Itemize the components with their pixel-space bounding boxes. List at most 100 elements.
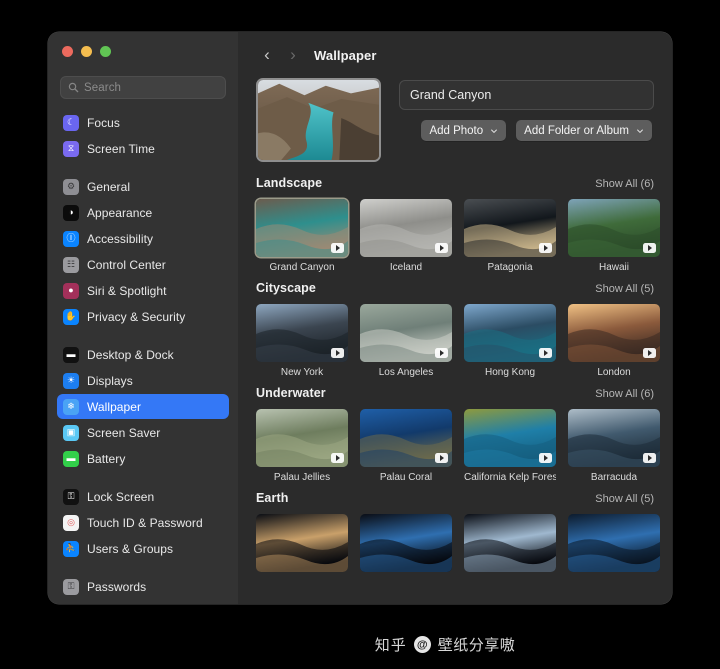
wallpaper-tile-label: Iceland xyxy=(389,262,423,273)
sidebar-item-passwords[interactable]: ⚿ Passwords xyxy=(57,574,229,599)
back-button[interactable]: ‹ xyxy=(254,42,280,68)
section-title: Cityscape xyxy=(256,281,316,295)
sidebar-item-wallpaper[interactable]: ❄ Wallpaper xyxy=(57,394,229,419)
sidebar-item-siri-spotlight[interactable]: ● Siri & Spotlight xyxy=(57,278,229,303)
search-placeholder: Search xyxy=(84,81,122,94)
wallpaper-tile[interactable] xyxy=(360,514,452,577)
show-all-link[interactable]: Show All (5) xyxy=(595,283,654,295)
wallpaper-header-right: Grand Canyon Add Photo Add Folder or Alb… xyxy=(399,78,654,162)
sidebar-search: Search xyxy=(48,68,238,108)
section-title: Underwater xyxy=(256,386,326,400)
sidebar-item-touch-id-password[interactable]: ◎ Touch ID & Password xyxy=(57,510,229,535)
sidebar-item-screen-saver[interactable]: ▣ Screen Saver xyxy=(57,420,229,445)
sidebar-item-label: Wallpaper xyxy=(87,399,142,414)
search-icon xyxy=(68,82,79,93)
wallpaper-tile[interactable]: New York xyxy=(256,304,348,378)
play-video-icon xyxy=(643,348,656,358)
wallpaper-row: New York Los Angeles Hong Kong London xyxy=(256,304,672,378)
system-settings-window: Search ☾ Focus ⧖ Screen Time ⚙ General ◑ Appear… xyxy=(48,32,672,604)
watermark-logo-icon: @ xyxy=(413,636,431,653)
wallpaper-thumbnail xyxy=(568,409,660,467)
moon-icon: ☾ xyxy=(63,114,79,131)
close-button[interactable] xyxy=(62,46,73,57)
hand-icon: ✋ xyxy=(63,308,79,325)
section-header: Underwater Show All (6) xyxy=(256,386,672,400)
battery-icon: ▬ xyxy=(63,450,79,467)
wallpaper-tile[interactable]: Barracuda xyxy=(568,409,660,483)
wallpaper-tile[interactable]: London xyxy=(568,304,660,378)
watermark-site: 知乎 xyxy=(374,637,407,654)
sidebar-item-screen-time[interactable]: ⧖ Screen Time xyxy=(57,136,229,161)
sidebar-item-label: Desktop & Dock xyxy=(87,347,174,362)
contrast-icon: ◑ xyxy=(63,204,79,221)
sidebar-item-label: Appearance xyxy=(87,205,153,220)
wallpaper-tile[interactable] xyxy=(464,514,556,577)
sidebar-item-general[interactable]: ⚙ General xyxy=(57,174,229,199)
wallpaper-tile-label: Barracuda xyxy=(590,472,638,483)
add-photo-button[interactable]: Add Photo xyxy=(421,120,507,141)
play-video-icon xyxy=(435,243,448,253)
forward-button[interactable]: › xyxy=(280,42,306,68)
show-all-link[interactable]: Show All (6) xyxy=(595,388,654,400)
current-wallpaper-preview[interactable] xyxy=(256,78,381,162)
sidebar-item-displays[interactable]: ☀ Displays xyxy=(57,368,229,393)
show-all-link[interactable]: Show All (6) xyxy=(595,178,654,190)
play-video-icon xyxy=(643,243,656,253)
minimize-button[interactable] xyxy=(81,46,92,57)
fingerprint-icon: ◎ xyxy=(63,514,79,531)
play-video-icon xyxy=(331,453,344,463)
section-header: Earth Show All (5) xyxy=(256,491,672,505)
preview-image xyxy=(258,80,379,160)
gallery-section: Cityscape Show All (5) New York Los Angeles… xyxy=(238,281,672,378)
wallpaper-name-field[interactable]: Grand Canyon xyxy=(399,80,654,110)
wallpaper-tile[interactable] xyxy=(568,514,660,577)
sidebar-list[interactable]: ☾ Focus ⧖ Screen Time ⚙ General ◑ Appearance Ⓘ Ac… xyxy=(48,108,238,604)
wallpaper-tile[interactable]: Iceland xyxy=(360,199,452,273)
zoom-button[interactable] xyxy=(100,46,111,57)
sidebar-item-label: General xyxy=(87,179,131,194)
sidebar-item-internet-accounts[interactable]: @Internet Accounts xyxy=(57,600,229,604)
wallpaper-thumbnail xyxy=(464,514,556,572)
wallpaper-tile[interactable]: Hong Kong xyxy=(464,304,556,378)
sidebar-item-label: Battery xyxy=(87,451,126,466)
wallpaper-tile[interactable] xyxy=(256,514,348,577)
wallpaper-tile[interactable]: Patagonia xyxy=(464,199,556,273)
sidebar-item-appearance[interactable]: ◑ Appearance xyxy=(57,200,229,225)
wallpaper-thumbnail xyxy=(464,199,556,257)
add-folder-or-album-button[interactable]: Add Folder or Album xyxy=(516,120,652,141)
section-header: Cityscape Show All (5) xyxy=(256,281,672,295)
wallpaper-row: Grand Canyon Iceland Patagonia Hawaii xyxy=(256,199,672,273)
sidebar-item-label: Passwords xyxy=(87,579,147,594)
desktop-icon: ▬ xyxy=(63,346,79,363)
section-title: Earth xyxy=(256,491,289,505)
wallpaper-tile[interactable]: Hawaii xyxy=(568,199,660,273)
search-field[interactable]: Search xyxy=(60,76,226,99)
wallpaper-thumbnail xyxy=(568,514,660,572)
sidebar-item-label: Siri & Spotlight xyxy=(87,283,167,298)
sidebar-item-control-center[interactable]: ☷ Control Center xyxy=(57,252,229,277)
wallpaper-tile-label: Patagonia xyxy=(487,262,533,273)
wallpaper-tile[interactable]: Grand Canyon xyxy=(256,199,348,273)
accessibility-icon: Ⓘ xyxy=(63,230,79,247)
play-video-icon xyxy=(539,453,552,463)
wallpaper-thumbnail xyxy=(568,304,660,362)
wallpaper-tile[interactable]: Palau Coral xyxy=(360,409,452,483)
add-buttons-row: Add Photo Add Folder or Album xyxy=(399,120,654,141)
wallpaper-tile-label: Palau Coral xyxy=(379,472,433,483)
sidebar-item-users-groups[interactable]: ⛹ Users & Groups xyxy=(57,536,229,561)
wallpaper-gallery[interactable]: Landscape Show All (6) Grand Canyon Iceland… xyxy=(238,162,672,604)
sidebar-item-focus[interactable]: ☾ Focus xyxy=(57,110,229,135)
show-all-link[interactable]: Show All (5) xyxy=(595,493,654,505)
sidebar-item-lock-screen[interactable]: ⚿ Lock Screen xyxy=(57,484,229,509)
sidebar-group-separator xyxy=(57,472,229,484)
sidebar-item-desktop-dock[interactable]: ▬ Desktop & Dock xyxy=(57,342,229,367)
wallpaper-tile[interactable]: Los Angeles xyxy=(360,304,452,378)
wallpaper-tile[interactable]: Palau Jellies xyxy=(256,409,348,483)
sidebar-item-battery[interactable]: ▬ Battery xyxy=(57,446,229,471)
wallpaper-tile[interactable]: California Kelp Forest xyxy=(464,409,556,483)
sidebar-item-accessibility[interactable]: Ⓘ Accessibility xyxy=(57,226,229,251)
screensaver-icon: ▣ xyxy=(63,424,79,441)
sidebar-item-privacy-security[interactable]: ✋ Privacy & Security xyxy=(57,304,229,329)
gallery-section: Landscape Show All (6) Grand Canyon Iceland… xyxy=(238,176,672,273)
sidebar-item-label: Touch ID & Password xyxy=(87,515,203,530)
